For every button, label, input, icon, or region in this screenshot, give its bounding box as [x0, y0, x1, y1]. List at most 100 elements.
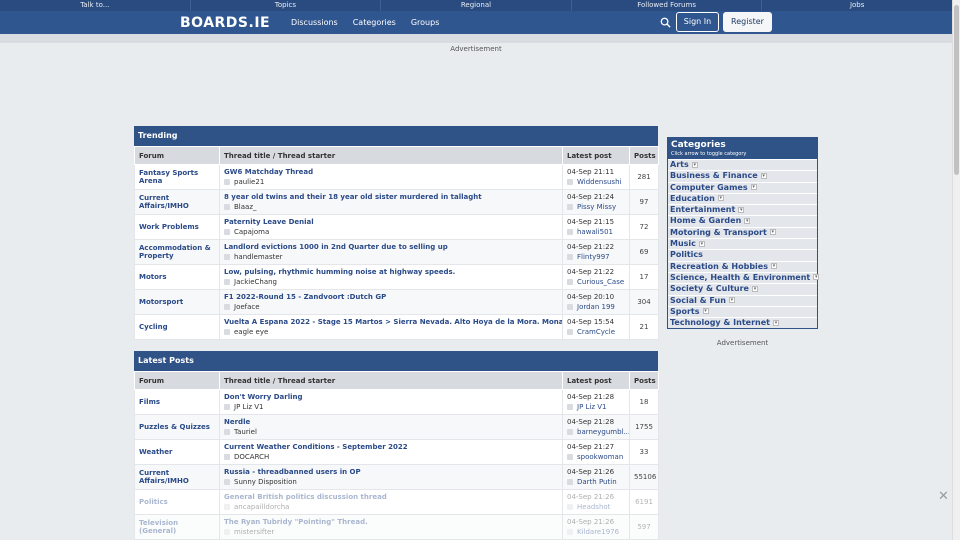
chevron-down-icon[interactable]: ▾ — [702, 308, 709, 315]
category-item[interactable]: Sports ▾ — [668, 305, 817, 318]
forum-link[interactable]: Current Affairs/IMHO — [134, 464, 220, 490]
thread-starter-name[interactable]: handlemaster — [234, 253, 283, 261]
latest-post-user-name[interactable]: hawali501 — [577, 228, 613, 236]
chevron-down-icon[interactable]: ▾ — [717, 195, 724, 202]
thread-starter-name[interactable]: mistersifter — [234, 528, 274, 536]
thread-starter-name[interactable]: eagle eye — [234, 328, 268, 336]
thread-title-link[interactable]: Russia - threadbanned users in OP — [224, 467, 558, 477]
category-item[interactable]: Society & Culture ▾ — [668, 283, 817, 295]
thread-title-link[interactable]: Don't Worry Darling — [224, 392, 558, 402]
chevron-down-icon[interactable]: ▾ — [760, 172, 767, 179]
close-icon[interactable]: ✕ — [938, 489, 949, 504]
thread-starter-name[interactable]: JackieChang — [234, 278, 277, 286]
thread-starter-name[interactable]: Capajoma — [234, 228, 269, 236]
chevron-down-icon[interactable]: ▾ — [750, 184, 757, 191]
thread-title-link[interactable]: GW6 Matchday Thread — [224, 167, 558, 177]
chevron-down-icon[interactable]: ▾ — [698, 240, 705, 247]
search-icon[interactable] — [660, 17, 671, 28]
category-item[interactable]: Politics — [668, 249, 817, 261]
thread-starter-name[interactable]: ancapailldorcha — [234, 503, 289, 511]
thread-starter-name[interactable]: Sunny Disposition — [234, 478, 297, 486]
forum-link[interactable]: Cycling — [134, 314, 220, 340]
category-item[interactable]: Business & Finance ▾ — [668, 170, 817, 182]
nav-categories[interactable]: Categories — [353, 11, 396, 34]
thread-title-link[interactable]: Nerdle — [224, 417, 558, 427]
thread-title-link[interactable]: Landlord evictions 1000 in 2nd Quarter d… — [224, 242, 558, 252]
thread-starter-name[interactable]: DOCARCH — [234, 453, 269, 461]
forum-link[interactable]: Fantasy Sports Arena — [134, 164, 220, 190]
topbar-topics[interactable]: Topics — [191, 0, 382, 11]
chevron-down-icon[interactable]: ▾ — [773, 319, 779, 326]
thread-title-link[interactable]: The Ryan Tubridy "Pointing" Thread. — [224, 517, 558, 527]
category-label[interactable]: Society & Culture — [670, 284, 749, 293]
sign-in-button[interactable]: Sign In — [676, 12, 719, 32]
latest-post-user-name[interactable]: Darth Putin — [577, 478, 617, 486]
register-button[interactable]: Register — [723, 12, 772, 32]
forum-link[interactable]: Current Affairs/IMHO — [134, 189, 220, 215]
thread-title-link[interactable]: Paternity Leave Denial — [224, 217, 558, 227]
category-item[interactable]: Technology & Internet ▾ — [668, 317, 817, 329]
latest-post-user-name[interactable]: Headshot — [577, 503, 610, 511]
category-label[interactable]: Computer Games — [670, 183, 748, 192]
category-item[interactable]: Arts ▾ — [668, 159, 817, 171]
category-item[interactable]: Entertainment ▾ — [668, 204, 817, 216]
forum-link[interactable]: Politics — [134, 489, 220, 515]
category-label[interactable]: Entertainment — [670, 205, 735, 214]
category-item[interactable]: Home & Garden ▾ — [668, 215, 817, 227]
thread-title-link[interactable]: Current Weather Conditions - September 2… — [224, 442, 558, 452]
chevron-down-icon[interactable]: ▾ — [728, 297, 735, 304]
thread-title-link[interactable]: General British politics discussion thre… — [224, 492, 558, 502]
category-item[interactable]: Motoring & Transport ▾ — [668, 226, 817, 239]
topbar-jobs[interactable]: Jobs — [762, 0, 952, 11]
latest-post-user-name[interactable]: Kildare1976 — [577, 528, 619, 536]
category-label[interactable]: Sports — [670, 307, 700, 316]
thread-title-link[interactable]: Vuelta A Espana 2022 - Stage 15 Martos >… — [224, 317, 562, 327]
thread-starter-name[interactable]: Blaaz_ — [234, 203, 257, 211]
chevron-down-icon[interactable]: ▾ — [813, 274, 820, 281]
category-label[interactable]: Business & Finance — [670, 171, 758, 180]
forum-link[interactable]: Weather — [134, 439, 220, 465]
chevron-down-icon[interactable]: ▾ — [691, 161, 698, 168]
topbar-regional[interactable]: Regional — [381, 0, 572, 11]
forum-link[interactable]: Motors — [134, 264, 220, 290]
category-item[interactable]: Recreation & Hobbies ▾ — [668, 260, 817, 272]
category-label[interactable]: Music — [670, 239, 696, 248]
thread-starter-name[interactable]: Tauriel — [234, 428, 257, 436]
category-label[interactable]: Motoring & Transport — [670, 228, 767, 237]
topbar-talk-to[interactable]: Talk to... — [0, 0, 191, 11]
forum-link[interactable]: Motorsport — [134, 289, 220, 315]
category-label[interactable]: Arts — [670, 160, 689, 169]
forum-link[interactable]: Films — [134, 389, 220, 415]
category-label[interactable]: Education — [670, 194, 715, 203]
category-item[interactable]: Science, Health & Environment ▾ — [668, 271, 820, 284]
latest-post-user-name[interactable]: Pissy Missy — [577, 203, 616, 211]
category-label[interactable]: Politics — [670, 250, 703, 259]
forum-link[interactable]: Work Problems — [134, 214, 220, 240]
chevron-down-icon[interactable]: ▾ — [738, 206, 745, 213]
forum-link[interactable]: Accommodation & Property — [134, 239, 220, 265]
category-item[interactable]: Education ▾ — [668, 192, 817, 205]
thread-starter-name[interactable]: paulie21 — [234, 178, 264, 186]
site-logo[interactable]: BOARDS.IE — [180, 15, 270, 31]
latest-post-user-name[interactable]: barneygumbl... — [577, 428, 629, 436]
chevron-down-icon[interactable]: ▾ — [744, 217, 751, 224]
scrollbar-thumb[interactable] — [954, 5, 959, 175]
thread-starter-name[interactable]: Joeface — [234, 303, 260, 311]
category-item[interactable]: Music ▾ — [668, 238, 817, 250]
thread-starter-name[interactable]: JP Liz V1 — [234, 403, 264, 411]
category-item[interactable]: Social & Fun ▾ — [668, 294, 817, 306]
latest-post-user-name[interactable]: Widdensushi — [577, 178, 621, 186]
latest-post-user-name[interactable]: Curious_Case — [577, 278, 624, 286]
latest-post-user-name[interactable]: Jordan 199 — [577, 303, 615, 311]
chevron-down-icon[interactable]: ▾ — [751, 285, 758, 292]
category-label[interactable]: Science, Health & Environment — [670, 273, 810, 282]
category-label[interactable]: Home & Garden — [670, 216, 741, 225]
thread-title-link[interactable]: F1 2022-Round 15 - Zandvoort :Dutch GP — [224, 292, 558, 302]
latest-post-user-name[interactable]: CramCycle — [577, 328, 615, 336]
topbar-followed-forums[interactable]: Followed Forums — [572, 0, 763, 11]
latest-post-user-name[interactable]: JP Liz V1 — [577, 403, 607, 411]
latest-post-user-name[interactable]: spookwoman — [577, 453, 623, 461]
nav-groups[interactable]: Groups — [411, 11, 440, 34]
thread-title-link[interactable]: Low, pulsing, rhythmic humming noise at … — [224, 267, 558, 277]
page-scrollbar[interactable] — [952, 0, 960, 540]
